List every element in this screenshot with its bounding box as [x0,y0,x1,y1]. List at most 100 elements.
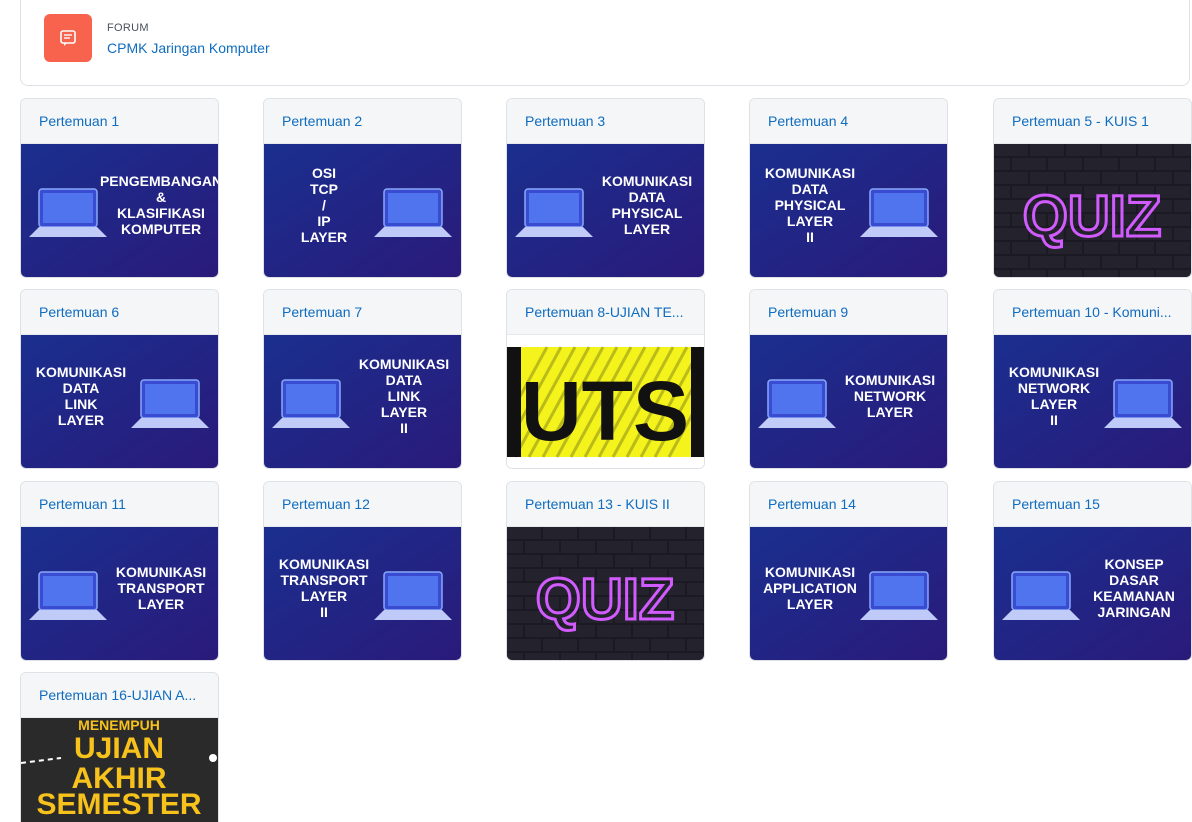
banner-text: II [320,604,328,620]
banner-text: LAYER [301,588,347,604]
banner-text: QUIZ [1023,184,1162,249]
tile-banner-image: UTS [507,335,704,468]
tile-image[interactable]: QUIZ [994,144,1191,277]
forum-title-link[interactable]: CPMK Jaringan Komputer [107,40,270,56]
tile-image[interactable]: QUIZ [507,527,704,660]
course-section-tile[interactable]: Pertemuan 8-UJIAN TE... UTS [506,289,705,469]
banner-text: LINK [65,396,98,412]
course-section-tile[interactable]: Pertemuan 6 KOMUNIKASI DATA LINK LAYER [20,289,219,469]
banner-text: TCP [310,181,338,197]
course-section-tile[interactable]: Pertemuan 15 KONSEP DASAR KEAMANAN JARINGAN [993,481,1192,661]
activity-type-label: FORUM [107,22,149,34]
tile-header: Pertemuan 7 [264,290,461,335]
tile-title-link[interactable]: Pertemuan 16-UJIAN A... [39,687,196,703]
banner-text: PHYSICAL [612,205,683,221]
banner-text: LAYER [867,404,913,420]
banner-text: LAYER [138,596,184,612]
banner-text: LAYER [58,412,104,428]
banner-text: KOMUNIKASI [765,564,855,580]
tile-banner-image: QUIZ [507,527,704,660]
banner-text: IP [317,213,330,229]
tile-title-link[interactable]: Pertemuan 5 - KUIS 1 [1012,113,1149,129]
banner-text: JARINGAN [1097,604,1170,620]
tile-title-link[interactable]: Pertemuan 8-UJIAN TE... [525,304,683,320]
tile-title-link[interactable]: Pertemuan 10 - Komuni... [1012,304,1172,320]
tile-image[interactable]: KOMUNIKASI NETWORK LAYER II [994,335,1191,468]
banner-text: APPLICATION [763,580,857,596]
tile-image[interactable]: MENEMPUH UJIAN AKHIR SEMESTER [21,718,218,822]
tile-image[interactable]: KOMUNIKASI DATA PHYSICAL LAYER II [750,144,947,277]
banner-text: & [156,189,166,205]
tile-title-link[interactable]: Pertemuan 15 [1012,496,1100,512]
tile-banner-image: KOMUNIKASIDATALINKLAYERII [264,335,461,468]
banner-text: KOMUNIKASI [1009,364,1099,380]
banner-text: KOMUNIKASI [602,173,692,189]
tile-header: Pertemuan 11 [21,482,218,527]
tile-header: Pertemuan 12 [264,482,461,527]
tile-header: Pertemuan 2 [264,99,461,144]
tile-banner-image: KOMUNIKASIDATALINKLAYER [21,335,218,468]
banner-text: KOMUNIKASI [845,372,935,388]
course-section-tile[interactable]: Pertemuan 1 PENGEMBANGAN & KLASIFIKASI KOMPU… [20,98,219,278]
tile-image[interactable]: KOMUNIKASI NETWORK LAYER [750,335,947,468]
banner-text: NETWORK [1018,380,1090,396]
tile-image[interactable]: KOMUNIKASI DATA PHYSICAL LAYER [507,144,704,277]
course-section-tile[interactable]: Pertemuan 13 - KUIS II QUIZ [506,481,705,661]
tile-image[interactable]: KOMUNIKASI TRANSPORT LAYER II [264,527,461,660]
banner-text: LAYER [1031,396,1077,412]
tile-title-link[interactable]: Pertemuan 12 [282,496,370,512]
course-section-tile[interactable]: Pertemuan 12 KOMUNIKASI TRANSPORT LAYER II [263,481,462,661]
tile-title-link[interactable]: Pertemuan 11 [39,496,126,512]
course-section-tile[interactable]: Pertemuan 5 - KUIS 1 QUIZ [993,98,1192,278]
tile-header: Pertemuan 16-UJIAN A... [21,673,218,718]
tile-title-link[interactable]: Pertemuan 2 [282,113,362,129]
forum-activity-card[interactable]: FORUM CPMK Jaringan Komputer [20,0,1190,86]
tile-header: Pertemuan 5 - KUIS 1 [994,99,1191,144]
banner-text: DASAR [1109,572,1159,588]
banner-text: DATA [386,372,423,388]
banner-text: II [400,420,408,436]
tile-title-link[interactable]: Pertemuan 4 [768,113,848,129]
tile-header: Pertemuan 4 [750,99,947,144]
course-section-tile[interactable]: Pertemuan 11 KOMUNIKASI TRANSPORT LAYER [20,481,219,661]
tile-title-link[interactable]: Pertemuan 13 - KUIS II [525,496,670,512]
banner-text: DATA [792,181,829,197]
banner-text: PENGEMBANGAN [100,173,218,189]
tile-image[interactable]: KOMUNIKASI APPLICATION LAYER [750,527,947,660]
course-section-tile[interactable]: Pertemuan 16-UJIAN A... MENEMPUH UJIAN AKHI… [20,672,219,822]
tile-image[interactable]: UTS [507,335,704,468]
tile-header: Pertemuan 9 [750,290,947,335]
banner-text: LAYER [381,404,427,420]
tile-title-link[interactable]: Pertemuan 1 [39,113,119,129]
tile-image[interactable]: OSI TCP / IP LAYER [264,144,461,277]
banner-text: UTS [521,364,689,458]
tile-image[interactable]: KOMUNIKASI TRANSPORT LAYER [21,527,218,660]
tile-title-link[interactable]: Pertemuan 9 [768,304,848,320]
tile-image[interactable]: PENGEMBANGAN & KLASIFIKASI KOMPUTER [21,144,218,277]
course-section-tile[interactable]: Pertemuan 2 OSI TCP / IP LAYER [263,98,462,278]
course-section-tile[interactable]: Pertemuan 14 KOMUNIKASI APPLICATION LAYER [749,481,948,661]
course-section-tile[interactable]: Pertemuan 9 KOMUNIKASI NETWORK LAYER [749,289,948,469]
tile-banner-image: PENGEMBANGAN&KLASIFIKASIKOMPUTER [21,144,218,277]
course-section-tile[interactable]: Pertemuan 3 KOMUNIKASI DATA PHYSICAL LAYER [506,98,705,278]
banner-text: LINK [388,388,421,404]
tile-image[interactable]: KOMUNIKASI DATA LINK LAYER II [264,335,461,468]
course-section-tile[interactable]: Pertemuan 10 - Komuni... KOMUNIKASI NETWOR… [993,289,1192,469]
tile-header: Pertemuan 1 [21,99,218,144]
banner-text: NETWORK [854,388,926,404]
tile-banner-image: MENEMPUHUJIANAKHIRSEMESTER [21,718,218,822]
banner-text: II [806,229,814,245]
tile-image[interactable]: KOMUNIKASI DATA LINK LAYER [21,335,218,468]
tile-title-link[interactable]: Pertemuan 3 [525,113,605,129]
banner-text: II [1050,412,1058,428]
tile-banner-image: KOMUNIKASINETWORKLAYERII [994,335,1191,468]
tile-image[interactable]: KONSEP DASAR KEAMANAN JARINGAN [994,527,1191,660]
course-section-tile[interactable]: Pertemuan 7 KOMUNIKASI DATA LINK LAYER II [263,289,462,469]
tile-title-link[interactable]: Pertemuan 6 [39,304,119,320]
tile-title-link[interactable]: Pertemuan 7 [282,304,362,320]
banner-text: KONSEP [1104,556,1163,572]
tile-title-link[interactable]: Pertemuan 14 [768,496,856,512]
tile-header: Pertemuan 3 [507,99,704,144]
course-section-tile[interactable]: Pertemuan 4 KOMUNIKASI DATA PHYSICAL LAYER II [749,98,948,278]
banner-text: LAYER [787,596,833,612]
